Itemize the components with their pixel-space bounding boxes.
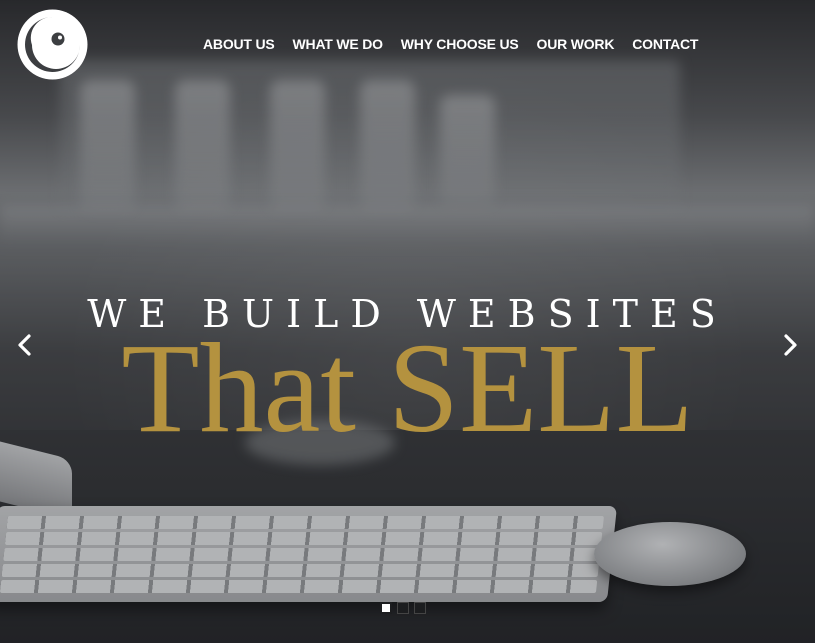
hero-headline: That SELL — [121, 317, 694, 459]
nav-item-what-we-do[interactable]: WHAT WE DO — [293, 36, 383, 52]
nav-item-contact[interactable]: CONTACT — [632, 36, 698, 52]
chevron-left-icon[interactable] — [12, 332, 38, 358]
slider-dot[interactable] — [397, 602, 409, 614]
slider-dot[interactable] — [414, 602, 426, 614]
swirl-logo-icon[interactable] — [17, 9, 88, 80]
chevron-right-icon[interactable] — [777, 332, 803, 358]
nav-item-about-us[interactable]: ABOUT US — [203, 36, 275, 52]
nav-item-why-choose-us[interactable]: WHY CHOOSE US — [401, 36, 519, 52]
hero-slider: ABOUT US WHAT WE DO WHY CHOOSE US OUR WO… — [0, 0, 815, 643]
slider-pagination — [380, 602, 426, 614]
nav-item-our-work[interactable]: OUR WORK — [537, 36, 615, 52]
slider-dot[interactable] — [380, 602, 392, 614]
main-nav: ABOUT US WHAT WE DO WHY CHOOSE US OUR WO… — [203, 36, 698, 52]
